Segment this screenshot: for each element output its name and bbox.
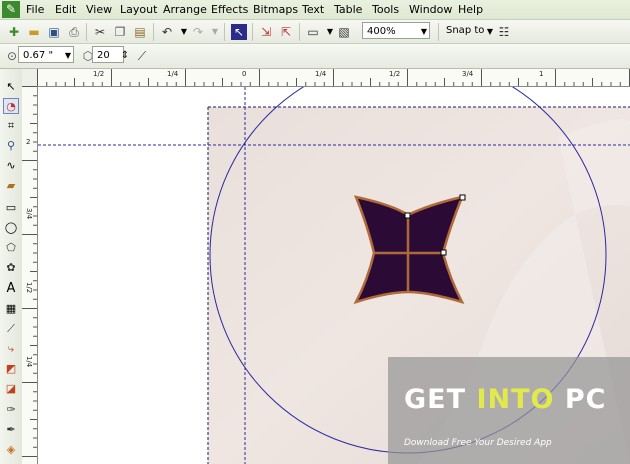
ruler-label: 3/4 [25, 208, 33, 220]
smart-fill-icon[interactable]: ▰ [3, 178, 19, 194]
print-icon[interactable]: ⎙ [66, 24, 82, 40]
ruler-label: 1/4 [25, 356, 33, 368]
blend-tool-icon[interactable]: ◩ [3, 361, 19, 377]
redo-icon[interactable]: ↷ [190, 24, 206, 40]
eyedropper-tool-icon[interactable]: ✑ [3, 402, 19, 418]
watermark-pc: PC [554, 384, 607, 415]
menu-arrange[interactable]: Arrange [163, 0, 207, 19]
dimension-tool-icon[interactable]: ⟋ [3, 321, 19, 337]
ruler-label: 1/4 [315, 70, 327, 78]
open-folder-icon[interactable]: ▬ [26, 24, 42, 40]
menu-edit[interactable]: Edit [55, 0, 76, 19]
connector-tool-icon[interactable]: ⤷ [3, 341, 19, 357]
app-logo-icon: ✎ [2, 1, 20, 18]
toolbox: ↖ ◔ ⌗ ⚲ ∿ ▰ ▭ ◯ ⬠ ✿ A ▦ ⟋ ⤷ ◩ ◪ ✑ ✒ ◈ [0, 69, 23, 464]
toolbar-separator [299, 23, 300, 41]
outline-width-combo[interactable]: 0.67 " ▼ [18, 46, 74, 63]
outline-width-value: 0.67 " [23, 50, 54, 61]
horizontal-ruler[interactable]: 1/2 1/4 0 1/4 1/2 3/4 1 [37, 69, 630, 87]
toolbar-separator [224, 23, 225, 41]
copy-icon[interactable]: ❐ [112, 24, 128, 40]
menu-text[interactable]: Text [302, 0, 324, 19]
search-content-icon[interactable]: ↖ [231, 24, 247, 40]
menu-layout[interactable]: Layout [120, 0, 157, 19]
ruler-label: 1/2 [25, 282, 33, 294]
toolbar-separator [153, 23, 154, 41]
ruler-label: 1 [539, 70, 544, 78]
watermark-title: GET INTO PC [404, 384, 606, 415]
toolbar-separator [86, 23, 87, 41]
rectangle-tool-icon[interactable]: ▭ [3, 200, 19, 216]
chevron-down-icon: ▼ [420, 27, 427, 36]
text-tool-icon[interactable]: A [3, 281, 19, 297]
snap-to-button[interactable]: Snap to [446, 25, 484, 36]
application-launcher-icon[interactable]: ▭ [305, 24, 321, 40]
node-handle [459, 194, 466, 201]
pick-tool-icon[interactable]: ↖ [3, 79, 19, 95]
ellipse-tool-icon[interactable]: ◯ [3, 220, 19, 236]
export-icon[interactable]: ⇱ [278, 24, 294, 40]
undo-icon[interactable]: ↶ [159, 24, 175, 40]
property-bar: ⊙ 0.67 " ▼ ⬡ 20 ⇕ ⟋ [0, 44, 630, 69]
ruler-label: 0 [242, 70, 247, 78]
watermark-into: INTO [476, 384, 555, 415]
ruler-label: 1/2 [389, 70, 401, 78]
save-icon[interactable]: ▣ [46, 24, 62, 40]
ruler-label: 2 [26, 138, 31, 146]
points-value: 20 [97, 50, 110, 61]
zoom-level-combo[interactable]: 400% ▼ [362, 22, 430, 39]
node-handle [440, 249, 447, 256]
menu-help[interactable]: Help [458, 0, 483, 19]
toolbar-separator [438, 23, 439, 41]
crop-tool-icon[interactable]: ⌗ [3, 118, 19, 134]
welcome-screen-icon[interactable]: ▧ [336, 24, 352, 40]
menu-bitmaps[interactable]: Bitmaps [253, 0, 298, 19]
cut-icon[interactable]: ✂ [92, 24, 108, 40]
menu-table[interactable]: Table [334, 0, 362, 19]
zoom-level-value: 400% [367, 26, 396, 37]
redo-dropdown-icon[interactable]: ▼ [207, 24, 223, 40]
new-document-icon[interactable]: ✚ [6, 24, 22, 40]
ruler-label: 3/4 [462, 70, 474, 78]
sharpness-icon[interactable]: ⟋ [134, 48, 150, 64]
node-handle [404, 212, 411, 219]
menu-effects[interactable]: Effects [211, 0, 248, 19]
transparency-tool-icon[interactable]: ◪ [3, 381, 19, 397]
menu-tools[interactable]: Tools [372, 0, 399, 19]
chevron-down-icon: ▼ [64, 51, 71, 60]
vertical-ruler[interactable]: 2 3/4 1/2 1/4 [22, 86, 38, 464]
menu-bar: ✎ File Edit View Layout Arrange Effects … [0, 0, 630, 20]
basic-shapes-icon[interactable]: ✿ [3, 260, 19, 276]
import-icon[interactable]: ⇲ [258, 24, 274, 40]
fill-tool-icon[interactable]: ◈ [3, 442, 19, 458]
zoom-tool-icon[interactable]: ⚲ [3, 138, 19, 154]
paste-icon[interactable]: ▤ [132, 24, 148, 40]
polygon-tool-icon[interactable]: ⬠ [3, 240, 19, 256]
toolbar-separator [252, 23, 253, 41]
menu-window[interactable]: Window [409, 0, 452, 19]
menu-file[interactable]: File [26, 0, 44, 19]
freehand-tool-icon[interactable]: ∿ [3, 158, 19, 174]
ruler-origin[interactable] [22, 69, 38, 87]
shape-tool-icon[interactable]: ◔ [3, 98, 19, 114]
options-icon[interactable]: ☷ [496, 24, 512, 40]
table-tool-icon[interactable]: ▦ [3, 301, 19, 317]
standard-toolbar: ✚ ▬ ▣ ⎙ ✂ ❐ ▤ ↶ ▼ ↷ ▼ ↖ ⇲ ⇱ ▭ ▼ ▧ 400% ▼… [0, 20, 630, 44]
outline-tool-icon[interactable]: ✒ [3, 422, 19, 438]
ruler-label: 1/4 [167, 70, 179, 78]
watermark-get: GET [404, 384, 477, 415]
ruler-label: 1/2 [93, 70, 105, 78]
spinner-icon[interactable]: ⇕ [117, 48, 133, 64]
menu-view[interactable]: View [86, 0, 112, 19]
watermark-subtitle: Download Free Your Desired App [404, 438, 552, 448]
